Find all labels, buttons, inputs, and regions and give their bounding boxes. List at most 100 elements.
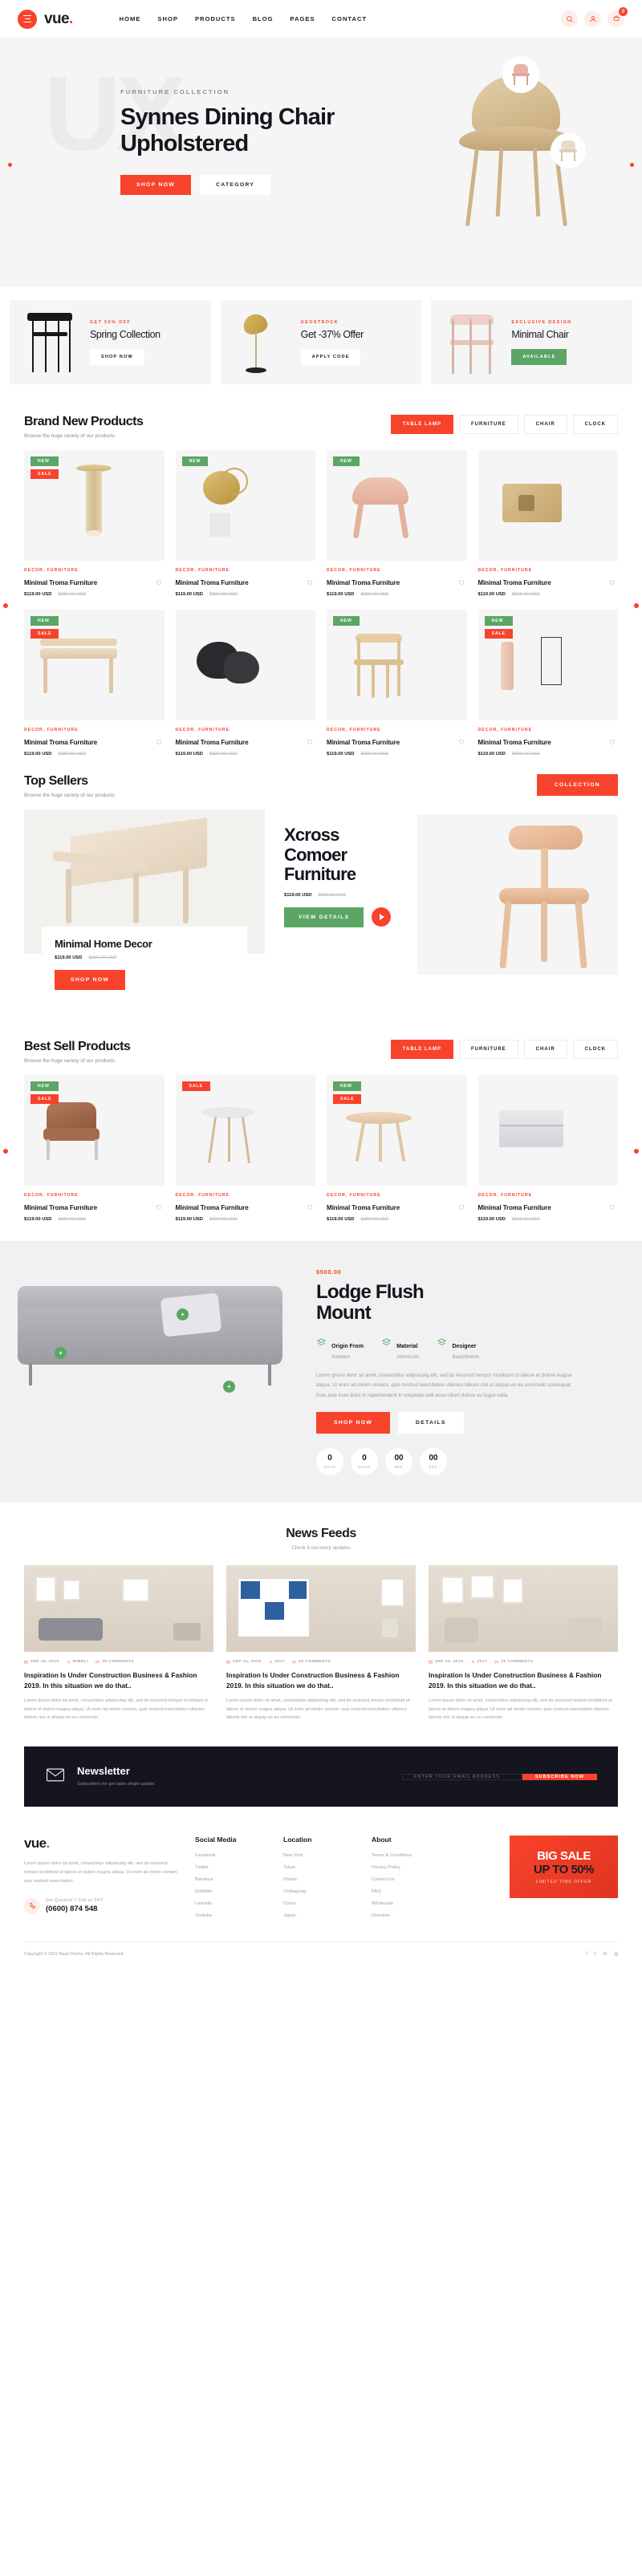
product-card[interactable]: DECOR, FURNITURE Minimal Troma Furniture… xyxy=(477,1075,618,1222)
heart-icon[interactable] xyxy=(456,577,467,588)
nav-item-blog[interactable]: BLOG xyxy=(253,15,274,22)
footer-link[interactable]: FAQ xyxy=(372,1889,445,1894)
post-title[interactable]: Inspiration Is Under Construction Busine… xyxy=(24,1670,213,1690)
logo-block[interactable]: vue. xyxy=(18,9,73,29)
filter-table-lamp[interactable]: TABLE LAMP xyxy=(390,1040,453,1059)
footer-link[interactable]: Wholesale xyxy=(372,1901,445,1906)
nav-item-home[interactable]: HOME xyxy=(120,15,141,22)
banner-details-button[interactable]: DETAILS xyxy=(398,1412,464,1434)
promo-card-spring[interactable]: GET 50% OFF Spring Collection SHOP NOW xyxy=(10,300,211,384)
product-card[interactable]: NEW SALE DECOR, FURNITURE Minimal Troma … xyxy=(24,610,165,757)
heart-icon[interactable] xyxy=(456,736,467,748)
banner-shop-now-button[interactable]: SHOP NOW xyxy=(316,1412,391,1434)
menu-icon[interactable] xyxy=(18,9,37,29)
product-card[interactable]: DECOR, FURNITURE Minimal Troma Furniture… xyxy=(477,450,618,597)
hotspot-marker[interactable]: + xyxy=(223,1381,235,1393)
post-title[interactable]: Inspiration Is Under Construction Busine… xyxy=(429,1670,618,1690)
product-card[interactable]: NEW SALE DECOR, FURNITURE Minimal Troma … xyxy=(24,450,165,597)
heart-icon[interactable] xyxy=(153,736,165,748)
heart-icon[interactable] xyxy=(153,577,165,588)
filter-table-lamp[interactable]: TABLE LAMP xyxy=(390,415,453,434)
hotspot-marker[interactable]: + xyxy=(55,1347,67,1359)
news-post[interactable]: SEP 15, 2019 BIMBLI 25 COMMENTS Inspirat… xyxy=(24,1565,213,1722)
top-seller-feature-left[interactable]: Minimal Home Decor $119.00 USD $330.00 U… xyxy=(24,809,265,1003)
filter-chair[interactable]: CHAIR xyxy=(523,415,567,434)
footer-link[interactable]: Youtube xyxy=(195,1913,269,1918)
twitter-icon[interactable]: t xyxy=(595,1952,596,1957)
product-card[interactable]: NEW DECOR, FURNITURE Minimal Troma Furni… xyxy=(175,450,315,597)
best-sell-prev-arrow[interactable] xyxy=(3,1148,8,1154)
footer-link[interactable]: New York xyxy=(283,1853,357,1858)
promo-shop-now-button[interactable]: SHOP NOW xyxy=(90,348,144,365)
footer-link[interactable]: Direction xyxy=(372,1913,445,1918)
nav-item-pages[interactable]: PAGES xyxy=(291,15,315,22)
user-icon[interactable] xyxy=(584,10,601,27)
hero-shop-now-button[interactable]: SHOP NOW xyxy=(120,175,192,196)
footer-link[interactable]: Dhaka xyxy=(283,1877,357,1882)
footer-link[interactable]: Japan xyxy=(283,1913,357,1918)
footer-link[interactable]: Privacy Policy xyxy=(372,1865,445,1870)
footer-link[interactable]: Facebook xyxy=(195,1853,269,1858)
newsletter-email-input[interactable] xyxy=(401,1773,522,1780)
footer-link[interactable]: Terms & Conditions xyxy=(372,1853,445,1858)
heart-icon[interactable] xyxy=(153,1202,165,1213)
facebook-icon[interactable]: f xyxy=(586,1952,587,1957)
product-card[interactable]: NEW DECOR, FURNITURE Minimal Troma Furni… xyxy=(327,450,467,597)
hero-thumbnail-2[interactable] xyxy=(551,133,586,168)
cart-icon[interactable]: 0 xyxy=(607,7,628,27)
footer-link[interactable]: Linkedin xyxy=(195,1901,269,1906)
nav-item-products[interactable]: PRODUCTS xyxy=(195,15,236,22)
collection-button[interactable]: COLLECTION xyxy=(536,774,618,796)
newsletter-subscribe-button[interactable]: SUBSCRIBE NOW xyxy=(522,1773,597,1780)
linkedin-icon[interactable]: in xyxy=(603,1952,607,1957)
product-card[interactable]: NEW SALE DECOR, FURNITURE Minimal Troma … xyxy=(24,1075,165,1222)
footer-link[interactable]: Behance xyxy=(195,1877,269,1882)
product-card[interactable]: NEW SALE DECOR, FURNITURE Minimal Troma … xyxy=(477,610,618,757)
top-seller-feature-right[interactable]: Xcross Comoer Furniture $119.00 USD $330… xyxy=(279,809,618,1003)
heart-icon[interactable] xyxy=(304,577,315,588)
news-post[interactable]: SEP 14, 2019 2017 25 COMMENTS Inspiratio… xyxy=(226,1565,416,1722)
promo-available-button[interactable]: AVAILABLE xyxy=(511,348,567,365)
product-card[interactable]: SALE DECOR, FURNITURE Minimal Troma Furn xyxy=(175,1075,315,1222)
heart-icon[interactable] xyxy=(304,1202,315,1213)
search-icon[interactable] xyxy=(561,10,578,27)
view-details-button[interactable]: VIEW DETAILS xyxy=(284,907,364,927)
filter-chair[interactable]: CHAIR xyxy=(523,1040,567,1059)
hero-thumbnail-1[interactable] xyxy=(502,56,539,93)
nav-item-contact[interactable]: CONTACT xyxy=(332,15,368,22)
news-post[interactable]: SEP 14, 2019 2017 25 COMMENTS Inspiratio… xyxy=(429,1565,618,1722)
hotspot-marker[interactable]: + xyxy=(177,1308,189,1320)
filter-clock[interactable]: CLOCK xyxy=(572,1040,618,1059)
footer-link[interactable]: Contact Us xyxy=(372,1877,445,1882)
footer-link[interactable]: Chittagong xyxy=(283,1889,357,1894)
footer-link[interactable]: Twitter xyxy=(195,1865,269,1870)
heart-icon[interactable] xyxy=(456,1202,467,1213)
hero-category-button[interactable]: CATEGORY xyxy=(200,175,271,196)
footer-link[interactable]: Tokyo xyxy=(283,1865,357,1870)
product-card[interactable]: NEW SALE DECOR, FURNITURE Minimal Troma … xyxy=(327,1075,467,1222)
hero-next-arrow[interactable] xyxy=(630,163,634,167)
filter-furniture[interactable]: FURNITURE xyxy=(458,415,518,434)
play-icon[interactable] xyxy=(372,907,392,927)
hero-prev-arrow[interactable] xyxy=(8,163,12,167)
promo-apply-code-button[interactable]: APPLY CODE xyxy=(300,348,361,365)
best-sell-next-arrow[interactable] xyxy=(634,1148,639,1154)
heart-icon[interactable] xyxy=(304,736,315,748)
filter-clock[interactable]: CLOCK xyxy=(572,415,618,434)
post-title[interactable]: Inspiration Is Under Construction Busine… xyxy=(226,1670,416,1690)
footer-call[interactable]: Get Quickest ? Call us 24/7 (0600) 874 5… xyxy=(24,1897,181,1914)
top-seller-shop-now-button[interactable]: SHOP NOW xyxy=(55,970,126,990)
footer-link[interactable]: China xyxy=(283,1901,357,1906)
nav-item-shop[interactable]: SHOP xyxy=(157,15,178,22)
big-sale-banner[interactable]: BIG SALE UP TO 50% LIMITED TIME OFFER xyxy=(510,1836,618,1899)
heart-icon[interactable] xyxy=(607,736,618,748)
promo-card-offer[interactable]: GEOSTROCK Get -37% Offer APPLY CODE xyxy=(220,300,422,384)
footer-link[interactable]: Dribbble xyxy=(195,1889,269,1894)
instagram-icon[interactable]: ig xyxy=(614,1952,618,1957)
products-next-arrow[interactable] xyxy=(634,603,639,608)
footer-promo[interactable]: BIG SALE UP TO 50% LIMITED TIME OFFER xyxy=(510,1836,618,1925)
filter-furniture[interactable]: FURNITURE xyxy=(458,1040,518,1059)
heart-icon[interactable] xyxy=(607,577,618,588)
products-prev-arrow[interactable] xyxy=(3,603,8,608)
product-card[interactable]: NEW DECOR, FURNITURE Minimal Troma Furni… xyxy=(327,610,467,757)
